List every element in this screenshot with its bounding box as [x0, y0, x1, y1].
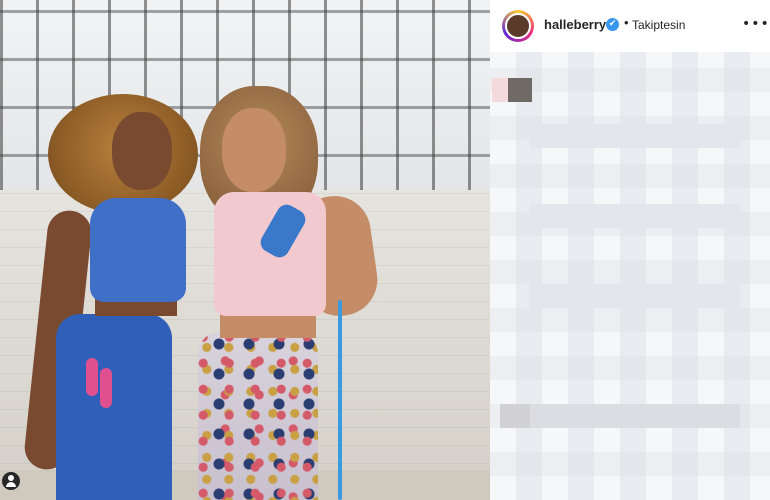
mosaic-block: [508, 78, 532, 102]
user-tag-icon[interactable]: [2, 472, 20, 490]
username-link[interactable]: halleberry: [544, 17, 606, 32]
pink-rope-handle: [100, 368, 112, 408]
person-left-leggings: [56, 314, 172, 500]
verified-badge-icon: ✔: [606, 18, 619, 31]
mosaic-block: [492, 78, 508, 102]
post-header: halleberry ✔ • Takiptesin •••: [490, 0, 770, 52]
more-options-icon[interactable]: •••: [742, 16, 770, 32]
pink-rope-handle: [86, 358, 98, 396]
mosaic-block: [530, 404, 740, 428]
blue-jump-rope: [338, 300, 342, 500]
person-right-pants: [198, 332, 318, 500]
mosaic-block: [530, 124, 740, 148]
person-left-face: [112, 112, 172, 190]
mosaic-block: [530, 204, 740, 228]
pixelated-comments-area: [490, 52, 770, 500]
avatar-story-ring[interactable]: [502, 10, 534, 42]
mosaic-block: [530, 284, 740, 308]
post-side-panel: halleberry ✔ • Takiptesin •••: [490, 0, 770, 500]
follow-status-button[interactable]: Takiptesin: [632, 18, 685, 32]
avatar[interactable]: [505, 13, 531, 39]
post-photo[interactable]: [0, 0, 490, 500]
separator-dot: •: [624, 15, 629, 30]
person-right-face: [222, 108, 286, 192]
person-left-top: [90, 198, 186, 302]
